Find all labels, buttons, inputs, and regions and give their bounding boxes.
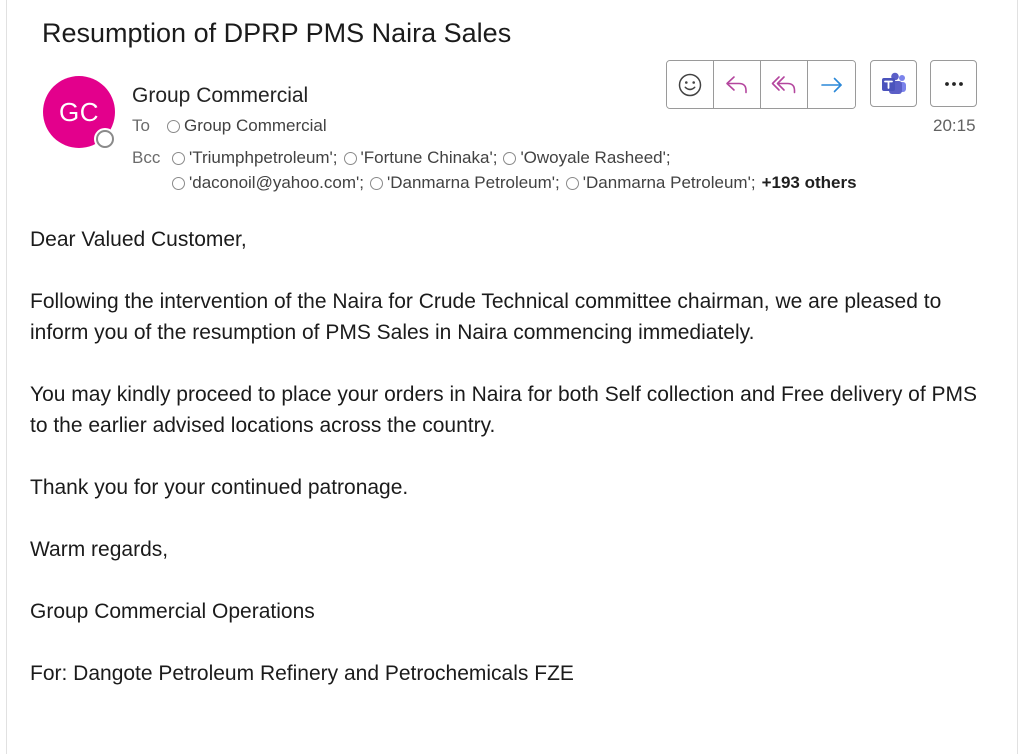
forward-button[interactable]: [808, 61, 855, 108]
smiley-icon: [678, 73, 702, 96]
body-paragraph-2: You may kindly proceed to place your ord…: [30, 383, 978, 437]
recipient-to-0[interactable]: Group Commercial: [167, 116, 327, 136]
teams-icon: [881, 72, 906, 94]
presence-ring-icon: [503, 151, 517, 165]
bcc-recipients-line-2: 'daconoil@yahoo.com'; 'Danmarna Petroleu…: [172, 173, 857, 193]
avatar-initials: GC: [59, 96, 99, 127]
presence-ring-icon: [343, 151, 357, 165]
bcc-recipients-line-1: Bcc 'Triumphpetroleum'; 'Fortune Chinaka…: [132, 148, 677, 168]
to-recipients: To Group Commercial: [132, 116, 333, 136]
teams-chat-button[interactable]: [870, 60, 917, 107]
forward-icon: [820, 77, 842, 92]
reply-all-button[interactable]: [761, 61, 808, 108]
reply-icon: [726, 75, 747, 93]
bcc-label: Bcc: [132, 148, 161, 167]
reply-all-icon: [771, 75, 796, 93]
email-subject: Resumption of DPRP PMS Naira Sales: [42, 18, 512, 48]
more-icon: [944, 81, 963, 86]
sender-name[interactable]: Group Commercial: [132, 84, 308, 108]
body-paragraph-1: Following the intervention of the Naira …: [30, 290, 942, 344]
received-time: 20:15: [933, 116, 976, 135]
more-recipients-link[interactable]: +193 others: [762, 173, 857, 193]
body-paragraph-3: Thank you for your continued patronage.: [30, 476, 409, 499]
recipient-bcc-0[interactable]: 'Triumphpetroleum';: [172, 148, 338, 168]
reply-button[interactable]: [714, 61, 761, 108]
closing: Warm regards,: [30, 538, 169, 561]
greeting: Dear Valued Customer,: [30, 228, 247, 251]
email-body: Dear Valued Customer, Following the inte…: [30, 224, 990, 720]
react-button[interactable]: [667, 61, 714, 108]
recipient-bcc-4[interactable]: 'Danmarna Petroleum';: [369, 173, 560, 193]
presence-ring-icon: [369, 176, 383, 190]
more-actions-button[interactable]: [930, 60, 977, 107]
signature-line-1: Group Commercial Operations: [30, 600, 315, 623]
recipient-bcc-2[interactable]: 'Owoyale Rasheed';: [503, 148, 671, 168]
presence-ring-icon: [172, 151, 185, 165]
signature-line-2: For: Dangote Petroleum Refinery and Petr…: [30, 662, 574, 685]
recipient-bcc-5[interactable]: 'Danmarna Petroleum';: [565, 173, 756, 193]
presence-ring-icon: [172, 176, 185, 190]
presence-status-icon: [94, 128, 116, 150]
message-action-toolbar: [666, 60, 856, 109]
recipient-bcc-1[interactable]: 'Fortune Chinaka';: [343, 148, 497, 168]
presence-ring-icon: [565, 176, 579, 190]
to-label: To: [132, 116, 150, 135]
presence-ring-icon: [167, 119, 180, 133]
recipient-bcc-3[interactable]: 'daconoil@yahoo.com';: [172, 173, 364, 193]
